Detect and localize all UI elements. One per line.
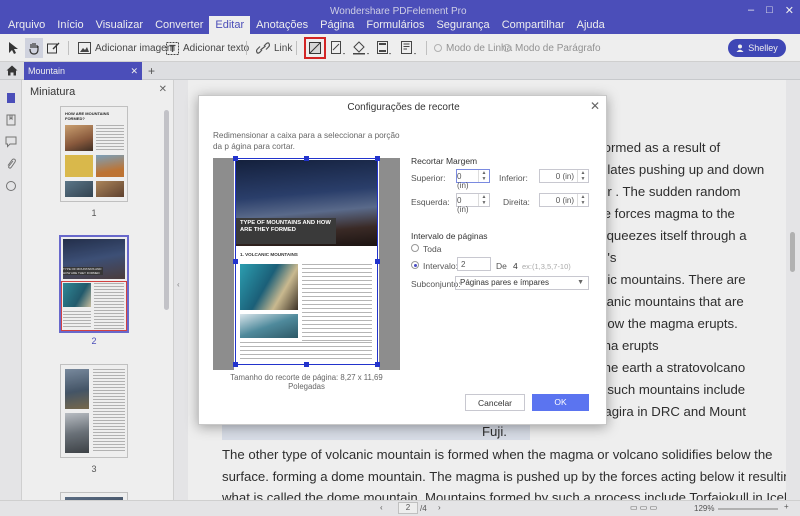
- right-margin-input[interactable]: 0 (in) ▲ ▼: [539, 193, 589, 207]
- crop-handle[interactable]: [375, 259, 380, 264]
- interval-label: Intervalo:: [423, 261, 458, 271]
- dialog-close-icon[interactable]: ✕: [590, 99, 600, 113]
- page-range-heading: Intervalo de páginas: [411, 231, 488, 241]
- spin-arrows-icon[interactable]: ▲ ▼: [577, 194, 588, 206]
- top-margin-input[interactable]: 0 (in) ▲ ▼: [456, 169, 490, 190]
- crop-handle[interactable]: [304, 362, 309, 367]
- crop-handle[interactable]: [304, 156, 309, 161]
- left-margin-value: 0 (in): [457, 196, 469, 214]
- spin-arrows-icon[interactable]: ▲ ▼: [478, 170, 489, 182]
- dialog-title: Configurações de recorte: [347, 102, 460, 113]
- spin-arrows-icon[interactable]: ▲ ▼: [478, 194, 489, 206]
- crop-handle[interactable]: [233, 156, 238, 161]
- interval-total: 4: [513, 261, 518, 271]
- top-margin-value: 0 (in): [457, 172, 469, 190]
- bottom-margin-input[interactable]: 0 (in) ▲ ▼: [539, 169, 589, 183]
- crop-margin-heading: Recortar Margem: [411, 156, 478, 166]
- left-margin-label: Esquerda:: [411, 197, 450, 207]
- cancel-button[interactable]: Cancelar: [465, 394, 525, 411]
- ok-button[interactable]: OK: [532, 394, 589, 411]
- crop-handle[interactable]: [375, 156, 380, 161]
- top-margin-label: Superior:: [411, 173, 446, 183]
- crop-handle[interactable]: [233, 259, 238, 264]
- subset-select[interactable]: Páginas pares e ímpares ▼: [455, 276, 589, 290]
- bottom-margin-label: Inferior:: [499, 173, 528, 183]
- right-margin-value: 0 (in): [555, 196, 574, 205]
- app-window: Wondershare PDFelement Pro – □ ✕ Arquivo…: [0, 0, 800, 516]
- subset-label: Subconjunto:: [411, 279, 461, 289]
- left-margin-input[interactable]: 0 (in) ▲ ▼: [456, 193, 490, 214]
- crop-page-size: Tamanho do recorte de página: 8,27 x 11,…: [230, 373, 383, 391]
- interval-radio[interactable]: [411, 261, 419, 269]
- dialog-description: Redimensionar a caixa para a seleccionar…: [213, 131, 400, 151]
- all-pages-label: Toda: [423, 244, 442, 254]
- all-pages-radio[interactable]: [411, 244, 419, 252]
- of-label: De: [496, 261, 507, 271]
- spin-arrows-icon[interactable]: ▲ ▼: [577, 170, 588, 182]
- crop-handle[interactable]: [233, 362, 238, 367]
- interval-example: ex:(1,3,5,7-10): [522, 262, 571, 271]
- bottom-margin-value: 0 (in): [555, 172, 574, 181]
- crop-handle[interactable]: [375, 362, 380, 367]
- crop-preview: TYPE OF MOUNTAINS AND HOW ARE THEY FORME…: [213, 156, 400, 370]
- crop-settings-dialog: Configurações de recorte ✕ Redimensionar…: [198, 95, 607, 425]
- interval-from-input[interactable]: 2: [457, 257, 491, 271]
- subset-value: Páginas pares e ímpares: [460, 278, 549, 287]
- chevron-down-icon: ▼: [577, 279, 584, 286]
- right-margin-label: Direita:: [503, 197, 530, 207]
- crop-box[interactable]: [235, 158, 378, 365]
